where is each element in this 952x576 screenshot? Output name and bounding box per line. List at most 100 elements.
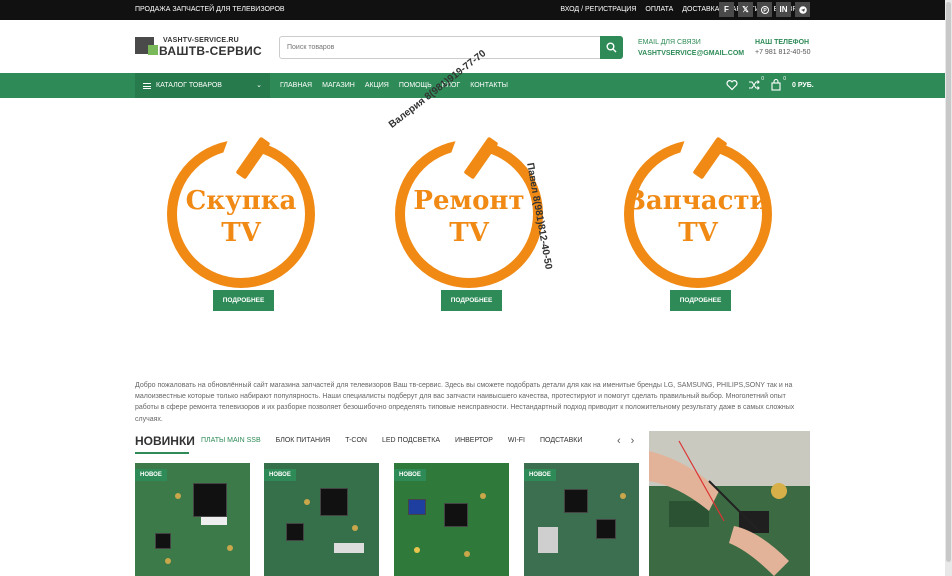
compare-icon[interactable]: 0 <box>748 76 764 91</box>
top-bar: ПРОДАЖА ЗАПЧАСТЕЙ ДЛЯ ТЕЛЕВИЗОРОВ ВХОД /… <box>0 0 945 20</box>
new-badge: НОВОЕ <box>264 469 296 481</box>
tab-power-supply[interactable]: БЛОК ПИТАНИЯ <box>276 437 331 444</box>
tab-wifi[interactable]: WI-FI <box>508 437 525 444</box>
promo-card-repair: Валерия 8(981)919-77-70 Павел 8(981)812-… <box>363 48 563 325</box>
cart-total[interactable]: 0 РУБ. <box>792 82 814 89</box>
header-actions: 0 0 0 РУБ. <box>726 76 814 91</box>
product-card[interactable]: НОВОЕ <box>394 463 509 576</box>
login-register-link[interactable]: ВХОД / РЕГИСТРАЦИЯ <box>560 6 636 13</box>
topbar-promo: ПРОДАЖА ЗАПЧАСТЕЙ ДЛЯ ТЕЛЕВИЗОРОВ <box>135 6 285 13</box>
promo-more-button[interactable]: ПОДРОБНЕЕ <box>441 290 502 311</box>
section-title: НОВИНКИ <box>135 434 195 448</box>
board-connector <box>334 543 364 553</box>
product-card[interactable]: НОВОЕ <box>135 463 250 576</box>
chevron-down-icon: ⌄ <box>256 82 262 89</box>
nav-sale[interactable]: АКЦИЯ <box>365 82 389 89</box>
new-products-tabs: НОВИНКИ ПЛАТЫ MAIN SSB БЛОК ПИТАНИЯ T-CO… <box>135 432 645 454</box>
promo-subtitle: TV <box>678 218 718 248</box>
promo-more-button[interactable]: ПОДРОБНЕЕ <box>670 290 731 311</box>
page-scrollbar[interactable] <box>945 0 952 576</box>
board-chip <box>155 533 171 549</box>
tab-inverter[interactable]: ИНВЕРТОР <box>455 437 493 444</box>
scrollbar-thumb[interactable] <box>946 2 951 562</box>
main-menu: ГЛАВНАЯ МАГАЗИН АКЦИЯ ПОМОЩЬ БЛОГ КОНТАК… <box>280 82 508 89</box>
title-underline <box>135 452 189 454</box>
carousel-arrows: ‹ › <box>617 435 634 447</box>
email-contact: EMAIL ДЛЯ СВЯЗИ VASHTVSERVICE@GMAIL.COM <box>638 37 744 59</box>
cart-count: 0 <box>783 76 786 82</box>
board-chip <box>564 489 588 513</box>
logo-url: VASHTV-SERVICE.RU <box>163 37 239 44</box>
search-button[interactable] <box>600 36 623 59</box>
category-tabs: ПЛАТЫ MAIN SSB БЛОК ПИТАНИЯ T-CON LED ПО… <box>201 437 582 444</box>
repair-banner-image[interactable] <box>649 431 810 576</box>
board-capacitor <box>464 551 470 557</box>
x-icon[interactable]: 𝕏 <box>738 2 753 17</box>
board-capacitor <box>620 493 626 499</box>
pinterest-icon[interactable]: p <box>757 2 772 17</box>
wishlist-icon[interactable] <box>726 79 738 91</box>
product-card[interactable]: НОВОЕ <box>264 463 379 576</box>
phone-value[interactable]: +7 981 812-40-50 <box>755 48 810 58</box>
menu-icon <box>143 82 151 89</box>
board-capacitor <box>414 547 420 553</box>
telegram-icon[interactable] <box>795 2 810 17</box>
phone-label: НАШ ТЕЛЕФОН <box>755 39 810 46</box>
chevron-left-icon[interactable]: ‹ <box>617 435 621 447</box>
social-links: f 𝕏 p in <box>719 2 810 17</box>
search-icon <box>606 42 617 53</box>
promo-card-parts: Запчасти TV ПОДРОБНЕЕ <box>592 120 792 325</box>
welcome-description: Добро пожаловать на обновлённый сайт маг… <box>135 382 795 423</box>
board-chip <box>408 499 426 515</box>
catalog-button[interactable]: КАТАЛОГ ТОВАРОВ ⌄ <box>135 73 270 98</box>
promo-cards: Скупка TV ПОДРОБНЕЕ Валерия 8(981)919-77… <box>135 48 810 325</box>
email-value[interactable]: VASHTVSERVICE@GMAIL.COM <box>638 48 744 59</box>
promo-subtitle: TV <box>221 218 261 248</box>
logo-mark-accent <box>148 45 158 55</box>
email-label: EMAIL ДЛЯ СВЯЗИ <box>638 39 701 46</box>
search-input[interactable] <box>280 37 600 58</box>
board-capacitor <box>352 525 358 531</box>
board-chip <box>596 519 616 539</box>
site-logo[interactable]: VASHTV-SERVICE.RU ВАШТВ-СЕРВИС <box>135 36 265 58</box>
search-box <box>279 36 623 59</box>
promo-title: Запчасти <box>627 186 769 216</box>
board-connector <box>538 527 558 553</box>
facebook-icon[interactable]: f <box>719 2 734 17</box>
catalog-label: КАТАЛОГ ТОВАРОВ <box>156 82 222 89</box>
promo-title: Скупка <box>185 186 297 216</box>
chevron-right-icon[interactable]: › <box>631 435 635 447</box>
product-card[interactable]: НОВОЕ <box>524 463 639 576</box>
nav-help[interactable]: ПОМОЩЬ <box>399 82 432 89</box>
main-navbar: КАТАЛОГ ТОВАРОВ ⌄ ГЛАВНАЯ МАГАЗИН АКЦИЯ … <box>0 73 945 98</box>
tab-led-backlight[interactable]: LED ПОДСВЕТКА <box>382 437 440 444</box>
linkedin-icon[interactable]: in <box>776 2 791 17</box>
tab-tcon[interactable]: T-CON <box>345 437 367 444</box>
nav-home[interactable]: ГЛАВНАЯ <box>280 82 312 89</box>
board-capacitor <box>227 545 233 551</box>
promo-more-button[interactable]: ПОДРОБНЕЕ <box>213 290 274 311</box>
new-badge: НОВОЕ <box>135 469 167 481</box>
board-capacitor <box>480 493 486 499</box>
product-grid: НОВОЕ НОВОЕ НОВОЕ НОВОЕ <box>135 463 645 576</box>
board-capacitor <box>304 499 310 505</box>
board-sticker <box>201 517 227 525</box>
board-chip <box>320 488 348 516</box>
tab-main-boards[interactable]: ПЛАТЫ MAIN SSB <box>201 437 261 444</box>
cart-icon[interactable]: 0 <box>770 76 786 91</box>
board-chip <box>444 503 468 527</box>
repair-photo <box>649 431 810 576</box>
board-chip <box>286 523 304 541</box>
compare-count: 0 <box>761 76 764 82</box>
delivery-link[interactable]: ДОСТАВКА <box>682 6 719 13</box>
board-capacitor <box>165 558 171 564</box>
board-capacitor <box>175 493 181 499</box>
promo-title: Ремонт <box>413 186 525 216</box>
nav-shop[interactable]: МАГАЗИН <box>322 82 355 89</box>
payment-link[interactable]: ОПЛАТА <box>645 6 673 13</box>
promo-subtitle: TV <box>449 218 489 248</box>
phone-contact: НАШ ТЕЛЕФОН +7 981 812-40-50 <box>755 38 810 58</box>
board-chip <box>193 483 227 517</box>
tab-stands[interactable]: ПОДСТАВКИ <box>540 437 582 444</box>
nav-contacts[interactable]: КОНТАКТЫ <box>470 82 508 89</box>
